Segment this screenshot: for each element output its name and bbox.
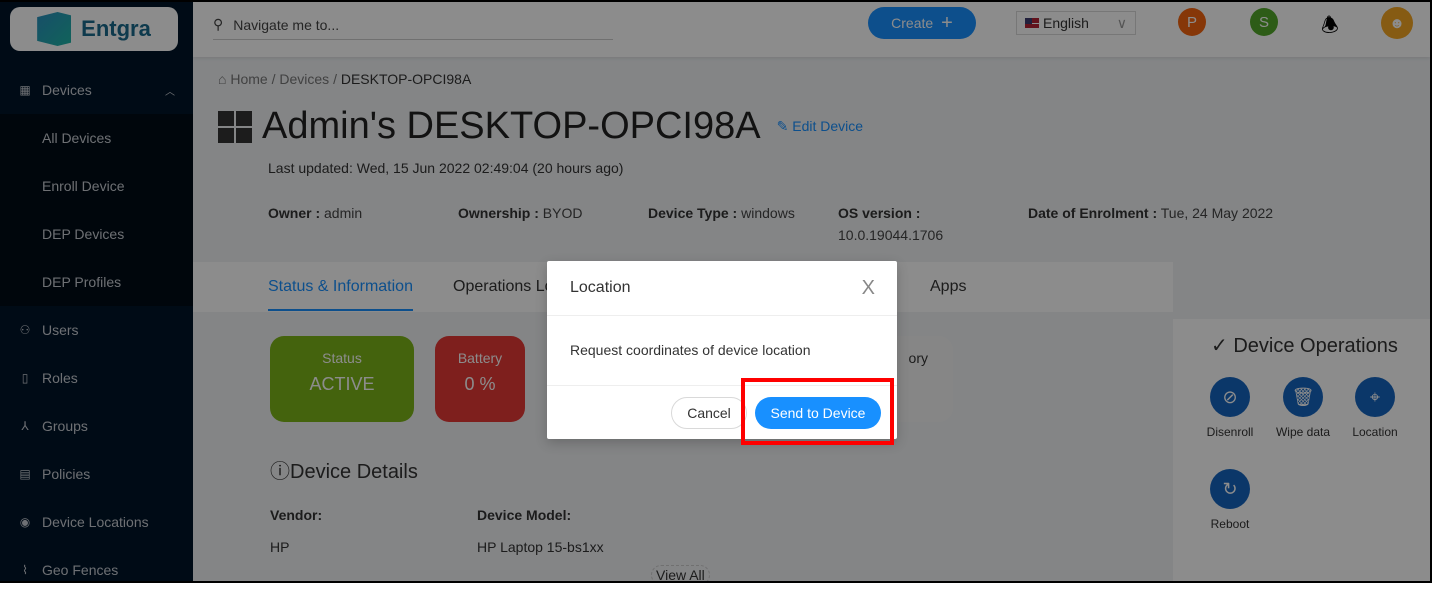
modal-title: Location: [570, 279, 631, 296]
cancel-button[interactable]: Cancel: [671, 397, 747, 429]
close-icon[interactable]: X: [862, 277, 875, 300]
highlight-box: [741, 378, 894, 445]
app-window: Entgra ▦ Devices ︿ All Devices Enroll Devi…: [0, 0, 1432, 583]
modal-body-text: Request coordinates of device location: [547, 316, 897, 386]
